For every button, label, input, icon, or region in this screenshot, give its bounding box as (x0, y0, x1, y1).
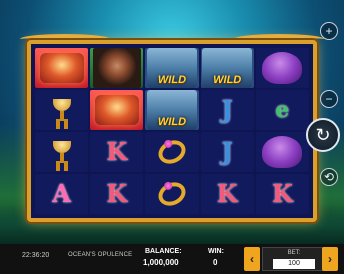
symbol-wild: WILD (145, 48, 199, 88)
letter-k: K (216, 179, 238, 208)
ring-icon (154, 136, 190, 168)
chest-icon (39, 53, 84, 83)
symbol-ring (145, 132, 199, 172)
symbol-chest (35, 48, 89, 88)
chevron-right-icon: › (328, 252, 332, 266)
wild-label: WILD (213, 74, 242, 86)
symbol-k: K (200, 174, 254, 214)
symbol-wild: WILD (145, 90, 199, 130)
wild-icon: WILD (146, 90, 197, 130)
letter-a: A (52, 179, 71, 208)
symbol-e: e (255, 90, 309, 130)
autoplay-icon: ⟲ (323, 170, 335, 184)
wild-icon: WILD (146, 48, 197, 88)
symbol-a: A (35, 174, 89, 214)
octopus-icon (262, 136, 303, 168)
spin-icon: ↻ (315, 125, 331, 145)
spin-button[interactable]: ↻ (306, 118, 340, 152)
symbol-k: K (255, 174, 309, 214)
symbol-ring (145, 174, 199, 214)
girl-portrait-icon (92, 48, 141, 88)
clock: 22:36:20 (22, 252, 50, 259)
symbol-goblet (35, 90, 89, 130)
symbol-k: K (90, 174, 144, 214)
letter-k: K (106, 137, 128, 166)
wild-label: WILD (157, 116, 187, 128)
letter-j: J (221, 137, 233, 166)
bet-increase-button[interactable]: › (322, 247, 338, 271)
letter-j: J (221, 95, 233, 124)
letter-k: K (106, 179, 128, 208)
goblet-icon (52, 99, 71, 121)
octopus-icon (262, 52, 303, 84)
minus-button[interactable]: − (320, 90, 338, 108)
symbol-octopus (255, 48, 309, 88)
bet-label: BET: (287, 250, 301, 256)
ring-icon (154, 178, 190, 210)
chevron-left-icon: ‹ (250, 252, 254, 266)
symbol-wild: WILD (200, 48, 254, 88)
symbol-octopus (255, 132, 309, 172)
balance-value: 1,000,000 (143, 258, 179, 267)
reel-frame: WILD WILD WILD J e K J A K K K (27, 40, 317, 222)
game-title: OCEAN'S OPULENCE (68, 252, 133, 258)
symbol-chest (90, 90, 144, 130)
bet-decrease-button[interactable]: ‹ (244, 247, 260, 271)
wild-icon: WILD (202, 48, 253, 88)
plus-icon: + (325, 24, 333, 38)
win-value: 0 (213, 258, 218, 267)
reel-grid: WILD WILD WILD J e K J A K K K (35, 48, 309, 214)
bet-control: ‹ BET: 100 › (244, 247, 338, 271)
symbol-k: K (90, 132, 144, 172)
game-scene: WILD WILD WILD J e K J A K K K + − ↻ ⟲ (0, 0, 344, 244)
win-label: WIN: (208, 248, 224, 255)
plus-button[interactable]: + (320, 22, 338, 40)
symbol-goblet (35, 132, 89, 172)
bet-panel: BET: 100 (262, 247, 326, 271)
chest-icon (94, 95, 139, 125)
letter-k: K (271, 179, 293, 208)
symbol-j: J (200, 90, 254, 130)
autoplay-button[interactable]: ⟲ (320, 168, 338, 186)
symbol-girl (90, 48, 144, 88)
bet-value: 100 (273, 259, 315, 269)
symbol-j: J (200, 132, 254, 172)
letter-e: e (275, 97, 290, 123)
status-bar: 22:36:20 OCEAN'S OPULENCE BALANCE: 1,000… (0, 244, 344, 274)
minus-icon: − (325, 92, 333, 106)
wild-label: WILD (157, 74, 187, 86)
goblet-icon (52, 141, 71, 163)
balance-label: BALANCE: (145, 248, 182, 255)
